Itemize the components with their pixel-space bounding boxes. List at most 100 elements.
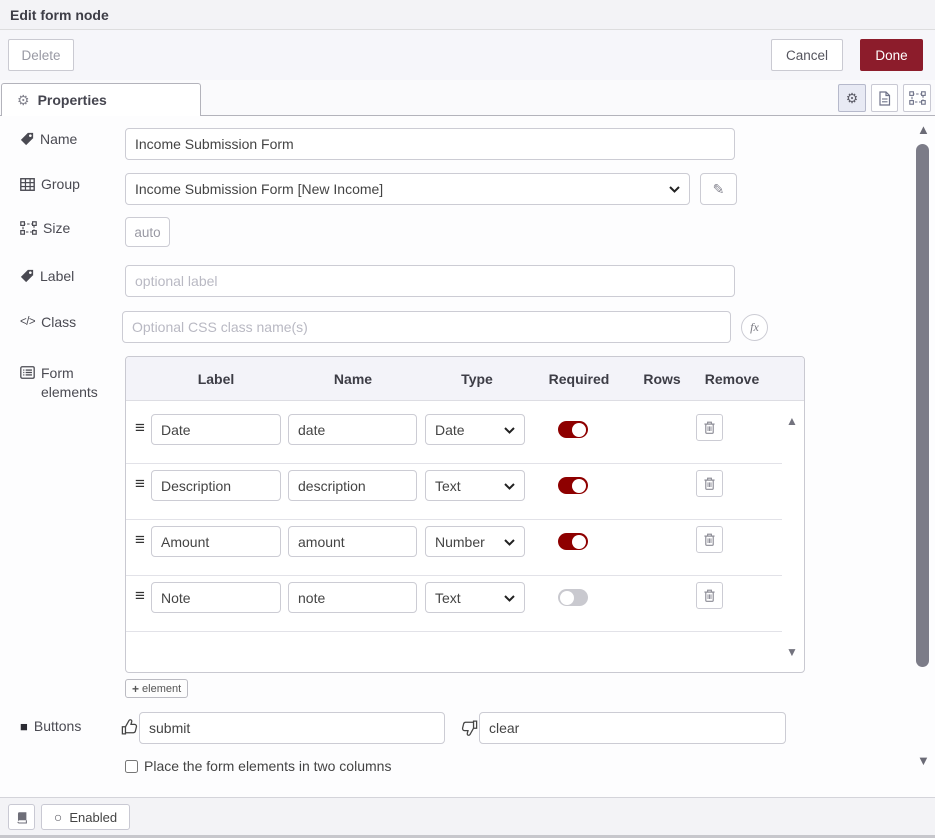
chevron-down-icon (669, 186, 680, 193)
element-label-input[interactable] (151, 526, 281, 557)
column-header-rows: Rows (643, 357, 680, 401)
delete-button[interactable]: Delete (8, 39, 74, 71)
tab-properties-label: Properties (38, 92, 107, 108)
list-scroll-up-icon[interactable]: ▲ (786, 414, 798, 428)
document-icon (878, 91, 891, 106)
form-elements-table: Label Name Type Required Rows Remove ≡ D… (125, 356, 805, 673)
form-element-row: ≡ Text (126, 577, 782, 632)
delete-element-button[interactable] (696, 526, 723, 553)
drag-handle-icon[interactable]: ≡ (135, 530, 145, 550)
chevron-down-icon (504, 539, 515, 546)
element-name-input[interactable] (288, 526, 417, 557)
group-field-label: Group (20, 176, 80, 192)
size-field-label: Size (20, 220, 70, 236)
table-icon (20, 178, 35, 191)
two-columns-option: Place the form elements in two columns (125, 758, 391, 774)
drag-handle-icon[interactable]: ≡ (135, 474, 145, 494)
form-element-row: ≡ Number (126, 521, 782, 576)
drag-handle-icon[interactable]: ≡ (135, 586, 145, 606)
tab-properties[interactable]: ⚙ Properties (1, 83, 201, 116)
element-type-select[interactable]: Text (425, 470, 525, 501)
list-icon (20, 366, 35, 379)
form-elements-field-label: Formelements (20, 364, 98, 402)
class-expression-button[interactable]: fx (741, 314, 768, 341)
chevron-down-icon (504, 483, 515, 490)
status-circle-icon: ○ (54, 809, 62, 825)
chevron-down-icon (504, 595, 515, 602)
chevron-down-icon (504, 427, 515, 434)
enabled-label: Enabled (69, 810, 117, 825)
properties-panel: Name Group Income Submission Form [New I… (0, 117, 935, 797)
properties-tab-button[interactable]: ⚙ (838, 84, 866, 112)
scrollbar-thumb[interactable] (916, 144, 929, 667)
required-toggle[interactable] (558, 589, 588, 606)
node-help-button[interactable] (8, 804, 35, 830)
scrollbar-up-icon[interactable]: ▲ (917, 123, 930, 136)
tag-icon (20, 132, 34, 146)
dialog-footer: ○ Enabled (0, 797, 935, 835)
column-header-required: Required (549, 357, 610, 401)
element-label-input[interactable] (151, 414, 281, 445)
tag-icon (20, 269, 34, 283)
object-frame-icon (909, 91, 926, 105)
add-element-button[interactable]: + element (125, 679, 188, 698)
submit-button-text-input[interactable] (139, 712, 445, 744)
delete-element-button[interactable] (696, 414, 723, 441)
edit-group-button[interactable]: ✎ (700, 173, 737, 205)
element-name-input[interactable] (288, 470, 417, 501)
group-select[interactable]: Income Submission Form [New Income] (125, 173, 690, 205)
element-type-select[interactable]: Text (425, 582, 525, 613)
trash-icon (703, 420, 716, 435)
appearance-tab-button[interactable] (903, 84, 931, 112)
trash-icon (703, 476, 716, 491)
form-element-row: ≡ Date (126, 409, 782, 464)
dialog-header: Edit form node (0, 0, 935, 30)
done-button[interactable]: Done (860, 39, 923, 71)
column-header-name: Name (334, 357, 372, 401)
name-input[interactable] (125, 128, 735, 160)
clear-button-text-input[interactable] (479, 712, 786, 744)
two-columns-checkbox[interactable] (125, 760, 138, 773)
required-toggle[interactable] (558, 477, 588, 494)
required-toggle[interactable] (558, 533, 588, 550)
cancel-button[interactable]: Cancel (771, 39, 843, 71)
element-type-select[interactable]: Date (425, 414, 525, 445)
trash-icon (703, 588, 716, 603)
enabled-toggle-button[interactable]: ○ Enabled (41, 804, 130, 830)
list-scroll-down-icon[interactable]: ▼ (786, 645, 798, 659)
tab-bar: ⚙ Properties ⚙ (0, 80, 935, 116)
element-name-input[interactable] (288, 582, 417, 613)
gear-icon: ⚙ (846, 90, 859, 107)
size-auto-button[interactable]: auto (125, 217, 170, 247)
square-icon: ■ (20, 719, 28, 734)
toolbar: Delete Cancel Done (0, 30, 935, 80)
group-select-value: Income Submission Form [New Income] (135, 181, 383, 197)
form-element-row: ≡ Text (126, 465, 782, 520)
trash-icon (703, 532, 716, 547)
drag-handle-icon[interactable]: ≡ (135, 418, 145, 438)
element-label-input[interactable] (151, 470, 281, 501)
fx-icon: fx (750, 320, 759, 335)
edit-form-node-dialog: Edit form node Delete Cancel Done ⚙ Prop… (0, 0, 935, 838)
column-header-type: Type (461, 357, 493, 401)
code-icon: </> (20, 316, 35, 328)
column-header-remove: Remove (705, 357, 759, 401)
element-type-select[interactable]: Number (425, 526, 525, 557)
element-label-input[interactable] (151, 582, 281, 613)
description-tab-button[interactable] (871, 84, 898, 112)
scrollbar-down-icon[interactable]: ▼ (917, 754, 930, 767)
delete-element-button[interactable] (696, 582, 723, 609)
object-frame-icon (20, 221, 37, 235)
class-field-label: </> Class (20, 314, 76, 330)
plus-icon: + (132, 682, 139, 696)
pencil-icon: ✎ (713, 181, 725, 198)
gear-icon: ⚙ (17, 92, 30, 109)
buttons-field-label: ■ Buttons (20, 718, 81, 734)
delete-element-button[interactable] (696, 470, 723, 497)
label-input[interactable] (125, 265, 735, 297)
name-field-label: Name (20, 131, 77, 147)
dialog-title: Edit form node (10, 0, 109, 30)
class-input[interactable] (122, 311, 731, 343)
required-toggle[interactable] (558, 421, 588, 438)
element-name-input[interactable] (288, 414, 417, 445)
